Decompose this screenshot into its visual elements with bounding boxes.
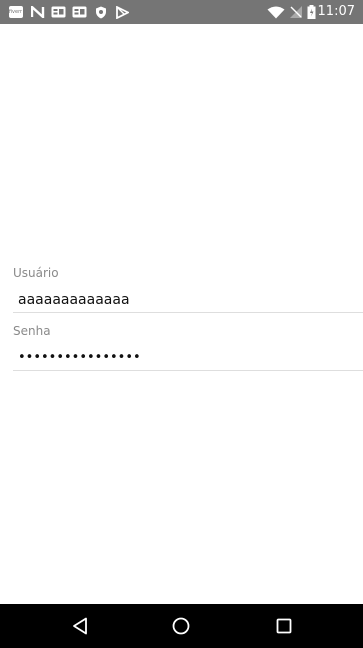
news-icon	[51, 5, 66, 19]
play-store-icon	[115, 5, 130, 19]
no-signal-icon	[288, 5, 303, 19]
battery-icon	[306, 5, 316, 19]
wifi-icon	[267, 5, 285, 19]
shield-icon	[93, 5, 108, 19]
fiverr-icon: fiverr	[8, 5, 23, 19]
login-screen: fiverr 11:07 Usuário aaaaaaaaaaaaa Senha	[0, 0, 363, 648]
username-label: Usuário	[13, 266, 59, 280]
password-input[interactable]	[13, 345, 363, 371]
home-icon[interactable]	[170, 616, 192, 636]
status-bar: fiverr 11:07	[0, 0, 363, 24]
news-icon	[72, 5, 87, 19]
status-clock: 11:07	[317, 4, 355, 19]
navigation-bar	[0, 604, 363, 648]
username-input[interactable]	[13, 287, 363, 313]
n-icon	[30, 5, 45, 19]
back-icon[interactable]	[69, 616, 91, 636]
password-label: Senha	[13, 324, 51, 338]
recents-icon[interactable]	[273, 616, 295, 636]
